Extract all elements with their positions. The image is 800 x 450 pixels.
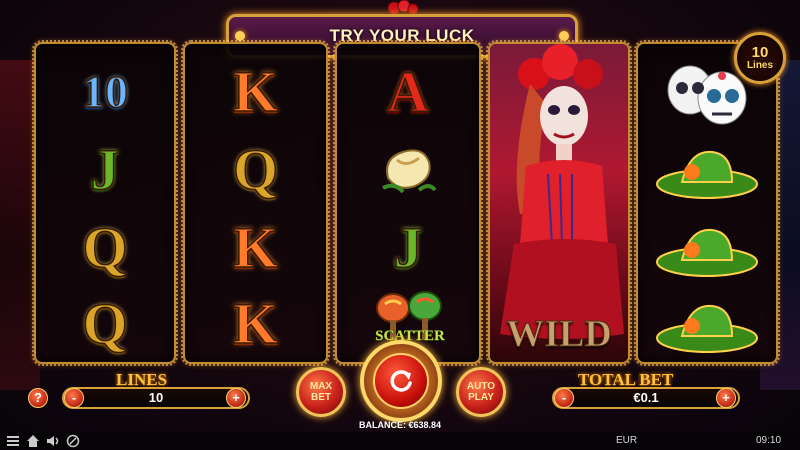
- sombrero-icon: [656, 228, 758, 277]
- lines-count-number: 10: [751, 44, 769, 61]
- spin-button-core: [373, 353, 429, 409]
- symbol-ace-label: A: [386, 59, 429, 124]
- symbol-ten: 10: [36, 52, 174, 132]
- symbol-king-label: K: [232, 291, 279, 356]
- clock-time: 09:10: [756, 435, 782, 446]
- menu-icon[interactable]: [6, 434, 20, 448]
- symbol-jack-label: J: [90, 137, 121, 202]
- symbol-queen: Q: [36, 284, 174, 364]
- bread-symbol: [337, 130, 479, 210]
- lines-increase-button[interactable]: +: [226, 388, 246, 408]
- bet-decrease-button[interactable]: -: [554, 388, 574, 408]
- reel-3: A J: [333, 40, 483, 366]
- symbol-jack: J: [36, 130, 174, 210]
- reel-5: [634, 40, 780, 366]
- auto-play-button[interactable]: AUTO PLAY: [456, 367, 506, 417]
- lines-decrease-button[interactable]: -: [64, 388, 84, 408]
- bet-increase-button[interactable]: +: [716, 388, 736, 408]
- symbol-ace: A: [337, 52, 479, 132]
- sombrero-icon: [656, 150, 758, 199]
- spin-arrow-icon: [390, 370, 412, 392]
- balance-display: BALANCE: €638.84: [358, 420, 442, 430]
- reel-1: 10 J Q Q: [32, 40, 178, 366]
- sombrero-icon: [656, 304, 758, 353]
- symbol-queen-label: Q: [82, 291, 129, 356]
- help-button[interactable]: ?: [28, 388, 48, 408]
- symbol-queen-label: Q: [232, 137, 279, 202]
- wild-label: WILD: [506, 313, 613, 356]
- footer-bar: EUR 09:10: [0, 432, 800, 450]
- sombrero-symbol: [638, 134, 776, 214]
- reel-4: WILD: [486, 40, 632, 366]
- symbol-king: K: [185, 284, 326, 364]
- symbol-king-label: K: [232, 215, 279, 280]
- symbol-king: K: [185, 208, 326, 288]
- sombrero-symbol: [638, 212, 776, 292]
- symbol-queen: Q: [185, 130, 326, 210]
- bread-icon: [382, 149, 437, 194]
- currency-label: EUR: [616, 435, 638, 446]
- quick-spin-icon[interactable]: [66, 434, 80, 448]
- sound-icon[interactable]: [46, 434, 60, 448]
- total-bet-selector: €0.1: [552, 387, 740, 409]
- sombrero-symbol: [638, 288, 776, 368]
- symbol-jack-label: J: [393, 215, 424, 280]
- max-bet-button[interactable]: MAX BET: [296, 367, 346, 417]
- spin-button[interactable]: [360, 340, 442, 422]
- lines-count-badge: 10 Lines: [734, 32, 786, 84]
- symbol-king-label: K: [232, 59, 279, 124]
- lines-value: 10: [148, 390, 164, 405]
- catrina-wild-symbol: WILD: [490, 44, 628, 362]
- lines-selector: 10: [62, 387, 250, 409]
- lines-count-label: Lines: [746, 60, 774, 71]
- symbol-queen-label: Q: [82, 215, 129, 280]
- symbol-ten-label: 10: [81, 66, 129, 117]
- symbol-king: K: [185, 52, 326, 132]
- total-bet-value: €0.1: [633, 390, 659, 405]
- symbol-queen: Q: [36, 208, 174, 288]
- reel-2: K Q K K: [181, 40, 330, 366]
- home-icon[interactable]: [26, 434, 40, 448]
